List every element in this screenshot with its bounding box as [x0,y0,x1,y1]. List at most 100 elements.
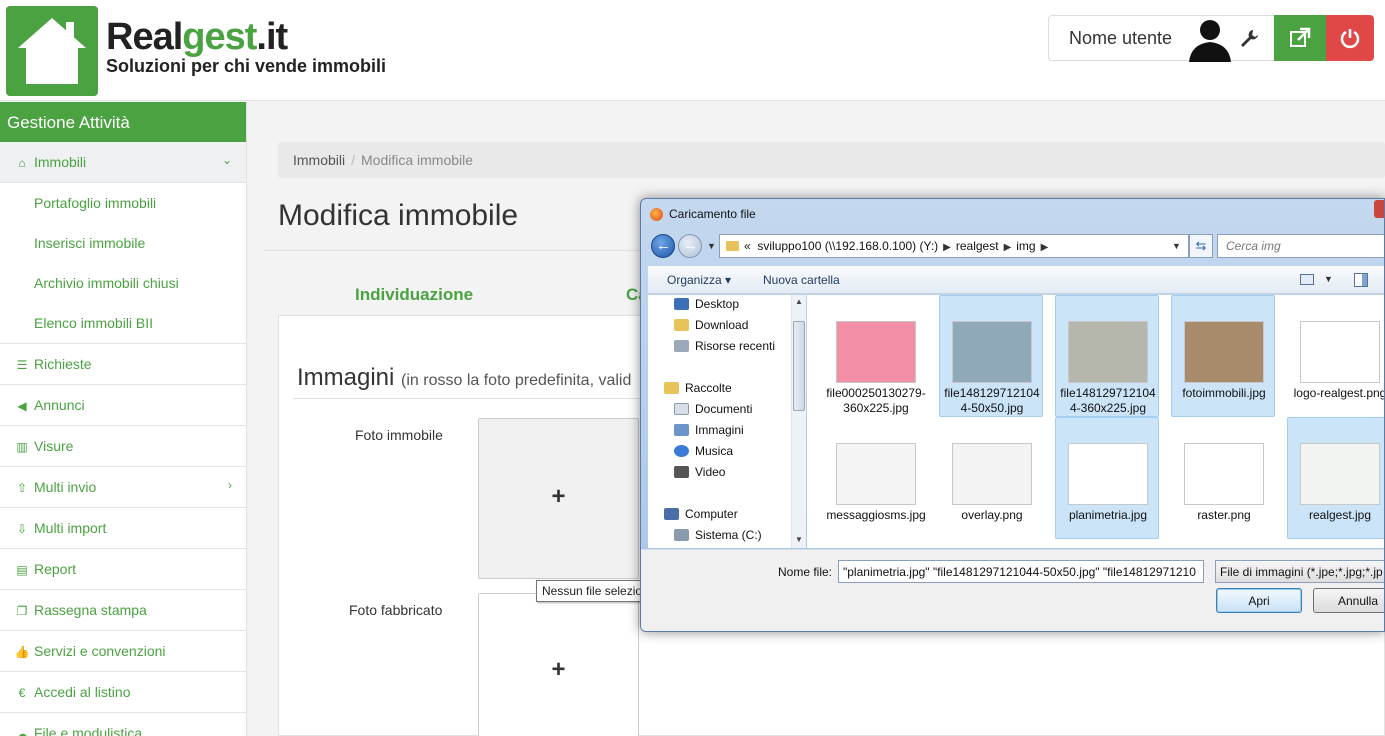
sidebar-title: Gestione Attività [0,102,246,142]
file-item[interactable]: file000250130279-360x225.jpg [823,295,927,417]
refresh-button[interactable]: ⇆ [1189,234,1213,258]
file-name: raster.png [1197,508,1251,522]
nav-item-computer[interactable]: Computer [664,507,738,521]
label-foto-immobile: Foto immobile [355,427,443,443]
brand-name: Realgest.it [106,16,288,58]
view-dropdown-icon[interactable]: ▼ [1324,274,1333,284]
pictures-icon [674,424,689,436]
file-item[interactable]: logo-realgest.png [1287,295,1384,417]
filename-input[interactable]: "planimetria.jpg" "file1481297121044-50x… [838,560,1204,583]
sidebar-subitem-archivio[interactable]: Archivio immobili chiusi [0,263,246,303]
sidebar-subitem-portafoglio[interactable]: Portafoglio immobili [0,183,246,223]
sidebar-item-immobili[interactable]: ⌂ Immobili ⌄ [0,142,246,183]
forward-button[interactable]: → [678,234,702,258]
sidebar-item-multi-import[interactable]: ⇩ Multi import [0,508,246,549]
sidebar-item-listino[interactable]: € Accedi al listino [0,672,246,713]
nav-item-video[interactable]: Video [674,465,725,479]
file-name: file1481297121044-50x50.jpg [944,386,1040,415]
file-item[interactable]: fotoimmobili.jpg [1171,295,1275,417]
sidebar-item-report[interactable]: ▤ Report [0,549,246,590]
history-dropdown-icon[interactable]: ▼ [707,241,716,251]
organize-button[interactable]: Organizza ▾ [667,273,731,287]
file-item[interactable]: planimetria.jpg [1055,417,1159,539]
breadcrumb-current: Modifica immobile [361,152,474,168]
nav-item-musica[interactable]: Musica [674,444,733,458]
file-item[interactable]: file1481297121044-50x50.jpg [939,295,1043,417]
wrench-icon[interactable] [1239,28,1259,48]
nav-item-recent[interactable]: Risorse recenti [674,339,775,353]
new-folder-button[interactable]: Nuova cartella [763,273,840,287]
download-folder-icon [674,319,689,331]
chevron-down-icon: ⌄ [221,153,232,167]
file-upload-dialog: Caricamento file ← → ▼ « sviluppo100 (\\… [640,198,1385,632]
sidebar-subitem-inserisci[interactable]: Inserisci immobile [0,223,246,263]
file-item[interactable]: file1481297121044-360x225.jpg [1055,295,1159,417]
computer-icon [664,508,679,520]
tab-individuazione[interactable]: Individuazione [355,285,473,305]
nav-item-drive-c[interactable]: Sistema (C:) [674,528,762,542]
breadcrumb: Immobili / Modifica immobile [278,142,1385,178]
sidebar-item-multi-invio[interactable]: ⇧ Multi invio › [0,467,246,508]
search-input[interactable]: Cerca img [1217,234,1384,258]
nav-item-immagini[interactable]: Immagini [674,423,744,437]
sidebar-item-file-modulistica[interactable]: ☁ File e modulistica [0,713,246,736]
app-header: Realgest.it Soluzioni per chi vende immo… [0,0,1385,101]
filetype-select[interactable]: File di immagini (*.jpe;*.jpg;*.jp [1215,560,1384,583]
video-icon [674,466,689,478]
nav-scrollbar[interactable]: ▲ ▼ [791,295,806,548]
arrow-left-icon: ← [656,237,671,254]
open-external-button[interactable] [1274,15,1326,61]
section-title: Immagini (in rosso la foto predefinita, … [297,364,632,391]
barcode-icon: ▥ [16,440,28,454]
sidebar-item-annunci[interactable]: ◀ Annunci [0,385,246,426]
recent-icon [674,340,689,352]
address-part[interactable]: realgest [956,239,999,253]
file-thumbnail [1300,443,1380,505]
upload-foto-fabbricato[interactable]: + [478,593,639,736]
cancel-button[interactable]: Annulla [1313,588,1384,613]
file-thumbnail [1068,321,1148,383]
file-thumbnail [836,443,916,505]
nav-item-download[interactable]: Download [674,318,748,332]
scroll-up-icon[interactable]: ▲ [795,297,803,306]
close-button[interactable] [1374,200,1384,218]
file-item[interactable]: overlay.png [939,417,1043,539]
logout-button[interactable] [1326,15,1374,61]
file-item[interactable]: messaggiosms.jpg [823,417,927,539]
document-icon: ▤ [16,563,28,577]
address-dropdown-icon[interactable]: ▼ [1172,241,1181,251]
realgest-logo[interactable]: Realgest.it Soluzioni per chi vende immo… [6,6,426,96]
view-icon[interactable] [1300,274,1314,285]
sidebar-item-rassegna-stampa[interactable]: ❐ Rassegna stampa [0,590,246,631]
open-button[interactable]: Apri [1216,588,1302,613]
upload-foto-immobile[interactable]: + [478,418,639,579]
file-item[interactable]: raster.png [1171,417,1275,539]
nav-item-desktop[interactable]: Desktop [674,297,739,311]
sidebar-item-richieste[interactable]: ☰ Richieste [0,344,246,385]
file-list: file000250130279-360x225.jpg file1481297… [807,295,1384,548]
file-name: fotoimmobili.jpg [1182,386,1266,400]
sidebar: Gestione Attività ⌂ Immobili ⌄ Portafogli… [0,102,247,736]
scroll-thumb[interactable] [793,321,805,411]
libraries-icon [664,382,679,394]
user-box[interactable]: Nome utente [1048,15,1275,62]
sidebar-item-visure[interactable]: ▥ Visure [0,426,246,467]
address-part[interactable]: img [1016,239,1035,253]
nav-item-raccolte[interactable]: Raccolte [664,381,732,395]
sidebar-subitem-elenco-bii[interactable]: Elenco immobili BII [0,303,246,344]
folder-icon [726,241,739,251]
documents-icon [674,403,689,415]
sidebar-item-servizi[interactable]: 👍 Servizi e convenzioni [0,631,246,672]
address-bar[interactable]: « sviluppo100 (\\192.168.0.100) (Y:) ▶ rea… [719,234,1189,258]
file-item[interactable]: realgest.jpg [1287,417,1384,539]
page-title: Modifica immobile [278,199,519,232]
filename-label: Nome file: [778,565,833,579]
breadcrumb-immobili[interactable]: Immobili [293,152,345,168]
nav-item-documenti[interactable]: Documenti [674,402,752,416]
firefox-icon [650,208,663,221]
preview-pane-icon[interactable] [1354,273,1368,287]
back-button[interactable]: ← [651,234,675,258]
address-part[interactable]: sviluppo100 (\\192.168.0.100) (Y:) [757,239,938,253]
scroll-down-icon[interactable]: ▼ [795,535,803,544]
file-thumbnail [1184,443,1264,505]
